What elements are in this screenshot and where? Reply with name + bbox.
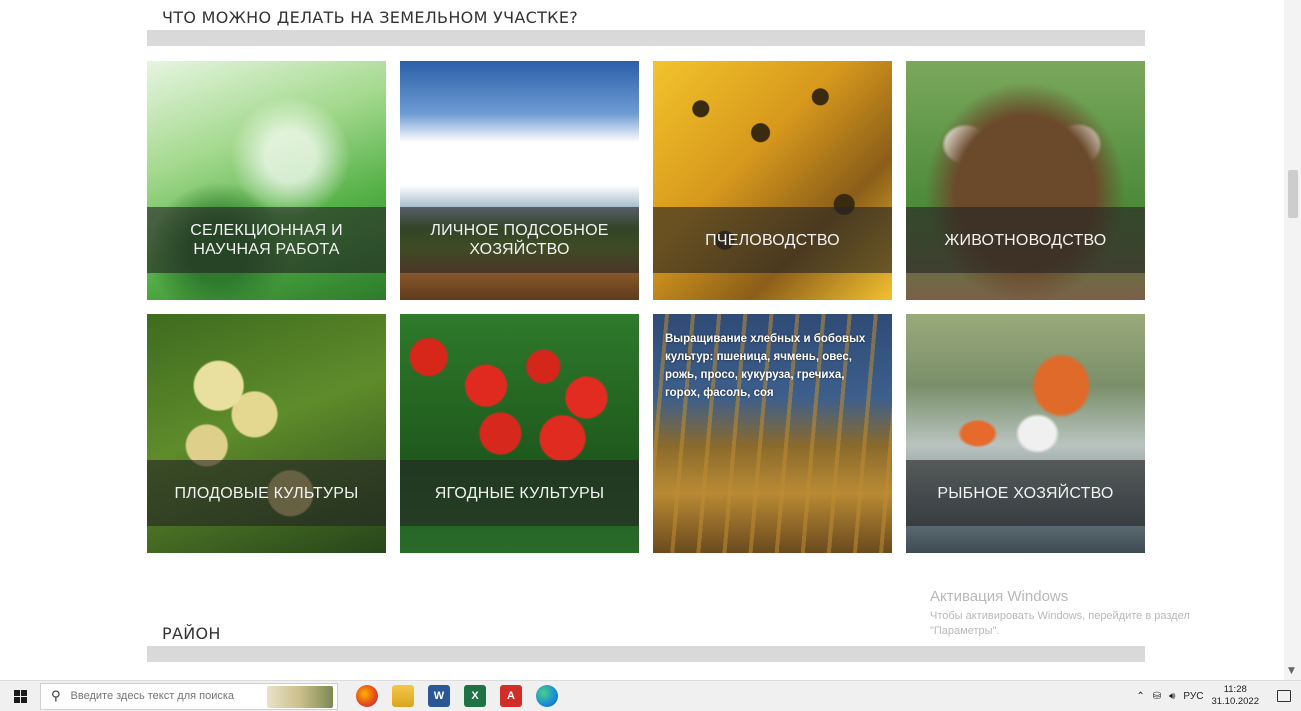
windows-icon xyxy=(13,689,27,703)
vertical-scrollbar[interactable]: ▼ xyxy=(1284,0,1301,680)
tile-overlay: РЫБНОЕ ХОЗЯЙСТВО xyxy=(906,460,1145,526)
taskbar: ⚲ W X A ⌃ ⛁ 🔊︎ РУС 11:28 31.10.2022 xyxy=(0,680,1301,711)
tile-selection-research[interactable]: СЕЛЕКЦИОННАЯ И НАУЧНАЯ РАБОТА xyxy=(147,61,386,300)
tile-label: ПЧЕЛОВОДСТВО xyxy=(705,231,840,249)
tile-description: Выращивание хлебных и бобовых культур: п… xyxy=(665,333,866,399)
network-icon[interactable]: ⛁ xyxy=(1153,691,1161,702)
chevron-up-icon[interactable]: ⌃ xyxy=(1136,691,1144,702)
scrollbar-thumb[interactable] xyxy=(1288,170,1298,218)
tile-overlay: ЛИЧНОЕ ПОДСОБНОЕ ХОЗЯЙСТВО xyxy=(400,207,639,273)
clock[interactable]: 11:28 31.10.2022 xyxy=(1211,684,1259,708)
tile-overlay: ПЛОДОВЫЕ КУЛЬТУРЫ xyxy=(147,460,386,526)
word-icon[interactable]: W xyxy=(428,685,450,707)
tile-label: ЛИЧНОЕ ПОДСОБНОЕ ХОЗЯЙСТВО xyxy=(430,222,609,258)
tile-personal-farm[interactable]: ЛИЧНОЕ ПОДСОБНОЕ ХОЗЯЙСТВО xyxy=(400,61,639,300)
tile-beekeeping[interactable]: ПЧЕЛОВОДСТВО xyxy=(653,61,892,300)
activity-grid: СЕЛЕКЦИОННАЯ И НАУЧНАЯ РАБОТА ЛИЧНОЕ ПОД… xyxy=(147,61,1145,553)
tile-overlay: СЕЛЕКЦИОННАЯ И НАУЧНАЯ РАБОТА xyxy=(147,207,386,273)
system-tray: ⌃ ⛁ 🔊︎ РУС 11:28 31.10.2022 xyxy=(1136,684,1301,708)
windows-activation-watermark: Активация Windows Чтобы активировать Win… xyxy=(930,588,1250,639)
scroll-down-arrow-icon[interactable]: ▼ xyxy=(1288,666,1295,676)
clock-date: 31.10.2022 xyxy=(1211,696,1259,707)
section-title-district: РАЙОН xyxy=(162,624,221,643)
start-button[interactable] xyxy=(0,681,40,711)
tile-overlay: ЖИВОТНОВОДСТВО xyxy=(906,207,1145,273)
volume-icon[interactable]: 🔊︎ xyxy=(1169,691,1175,702)
taskbar-search[interactable]: ⚲ xyxy=(40,682,338,710)
tile-label: ПЛОДОВЫЕ КУЛЬТУРЫ xyxy=(174,484,359,502)
section-divider xyxy=(147,646,1145,662)
page: ЧТО МОЖНО ДЕЛАТЬ НА ЗЕМЕЛЬНОМ УЧАСТКЕ? С… xyxy=(0,0,1301,711)
edge-icon[interactable] xyxy=(536,685,558,707)
tile-label: РЫБНОЕ ХОЗЯЙСТВО xyxy=(937,484,1114,502)
tile-label: СЕЛЕКЦИОННАЯ И НАУЧНАЯ РАБОТА xyxy=(190,222,343,258)
tile-livestock[interactable]: ЖИВОТНОВОДСТВО xyxy=(906,61,1145,300)
activation-subtitle: Чтобы активировать Windows, перейдите в … xyxy=(930,610,1190,637)
tile-label: ЖИВОТНОВОДСТВО xyxy=(944,231,1107,249)
acrobat-icon[interactable]: A xyxy=(500,685,522,707)
search-input[interactable] xyxy=(70,690,251,702)
clock-time: 11:28 xyxy=(1223,684,1247,695)
tile-fruit-crops[interactable]: ПЛОДОВЫЕ КУЛЬТУРЫ xyxy=(147,314,386,553)
pinned-apps: W X A xyxy=(356,685,558,707)
search-icon: ⚲ xyxy=(51,688,61,704)
search-highlight-image xyxy=(267,685,333,708)
tile-overlay: ЯГОДНЫЕ КУЛЬТУРЫ xyxy=(400,460,639,526)
tile-grain-crops[interactable]: Выращивание хлебных и бобовых культур: п… xyxy=(653,314,892,553)
tile-fish-farming[interactable]: РЫБНОЕ ХОЗЯЙСТВО xyxy=(906,314,1145,553)
file-explorer-icon[interactable] xyxy=(392,685,414,707)
excel-icon[interactable]: X xyxy=(464,685,486,707)
section-title-activities: ЧТО МОЖНО ДЕЛАТЬ НА ЗЕМЕЛЬНОМ УЧАСТКЕ? xyxy=(162,8,579,27)
activation-title: Активация Windows xyxy=(930,588,1069,605)
tile-berry-crops[interactable]: ЯГОДНЫЕ КУЛЬТУРЫ xyxy=(400,314,639,553)
language-indicator[interactable]: РУС xyxy=(1183,691,1203,702)
firefox-icon[interactable] xyxy=(356,685,378,707)
notification-icon[interactable] xyxy=(1277,690,1291,702)
section-divider xyxy=(147,30,1145,46)
tile-overlay: ПЧЕЛОВОДСТВО xyxy=(653,207,892,273)
tile-label: ЯГОДНЫЕ КУЛЬТУРЫ xyxy=(434,484,605,502)
